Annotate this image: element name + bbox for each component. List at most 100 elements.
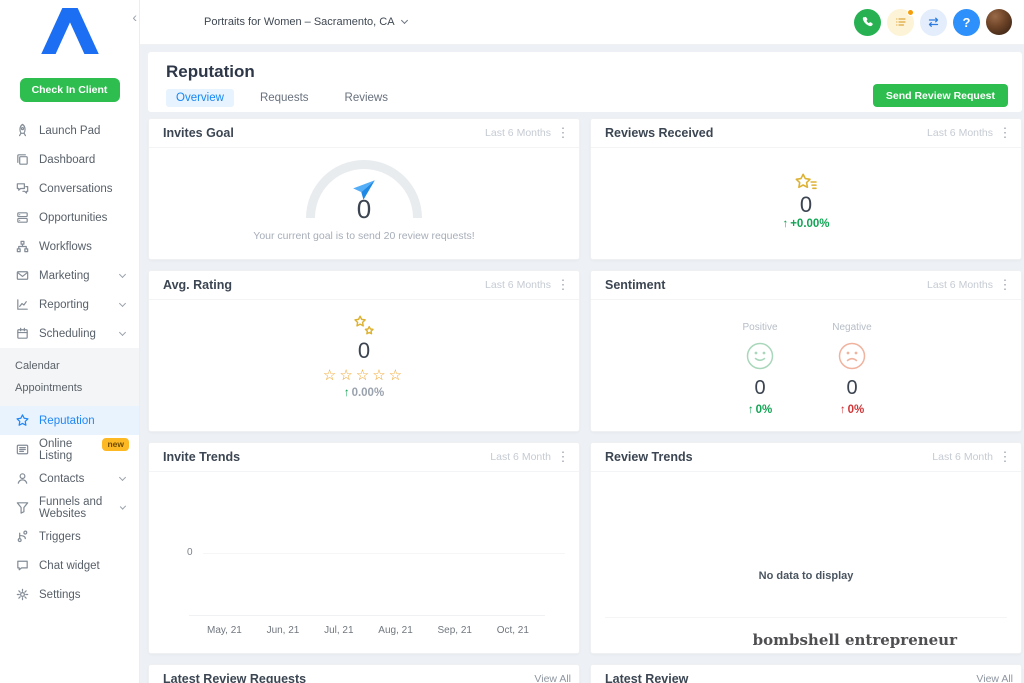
kebab-menu-icon[interactable]: ⋮	[997, 449, 1013, 465]
tab-requests[interactable]: Requests	[250, 89, 319, 107]
sidebar-item-label: Reputation	[39, 414, 95, 427]
calendar-icon	[15, 326, 30, 341]
x-axis-line	[189, 615, 545, 616]
tasks-button[interactable]	[887, 8, 914, 36]
negative-label: Negative	[832, 322, 872, 333]
sidebar-item-opportunities[interactable]: Opportunities	[0, 203, 139, 232]
phone-button[interactable]	[854, 8, 881, 36]
sidebar-item-online-listing[interactable]: Online Listing new	[0, 435, 139, 464]
kebab-menu-icon[interactable]: ⋮	[555, 277, 571, 293]
sidebar-item-chat-widget[interactable]: Chat widget	[0, 551, 139, 580]
x-tick-label: Jun, 21	[266, 625, 300, 636]
star-outline-icon: ☆	[355, 367, 373, 385]
watermark-text: bombshell entrepreneur	[752, 631, 957, 649]
card-title: Sentiment	[605, 278, 666, 292]
help-button[interactable]: ?	[953, 8, 980, 36]
kebab-menu-icon[interactable]: ⋮	[555, 125, 571, 141]
sidebar-item-conversations[interactable]: Conversations	[0, 174, 139, 203]
location-name: Portraits for Women – Sacramento, CA	[204, 16, 395, 28]
zero-gridline	[203, 553, 565, 554]
invite-trends-card: Invite Trends Last 6 Month ⋮ 0 May, 21 J…	[148, 442, 580, 654]
up-arrow-icon: ↑	[343, 387, 350, 400]
avg-rating-delta: ↑ 0.00%	[343, 387, 385, 400]
period-label: Last 6 Month	[932, 451, 993, 463]
star-outline-icon: ☆	[322, 367, 340, 385]
kebab-menu-icon[interactable]: ⋮	[997, 125, 1013, 141]
main-content: Reputation Overview Requests Reviews Sen…	[140, 45, 1024, 683]
double-star-icon	[354, 315, 374, 335]
sidebar-item-calendar[interactable]: Calendar	[0, 355, 139, 377]
notification-dot	[907, 8, 914, 16]
sentiment-card: Sentiment Last 6 Months ⋮ Positive 0 ↑ 0…	[590, 270, 1022, 432]
sidebar-item-funnels-and-websites[interactable]: Funnels and Websites	[0, 493, 139, 522]
reviews-received-delta: ↑ +0.00%	[782, 218, 830, 231]
sidebar-item-appointments[interactable]: Appointments	[0, 377, 139, 399]
reviews-received-value: 0	[799, 192, 813, 217]
sidebar-item-contacts[interactable]: Contacts	[0, 464, 139, 493]
sidebar-item-label: Conversations	[39, 182, 113, 195]
user-avatar[interactable]	[986, 9, 1012, 35]
sidebar-collapse-icon[interactable]: ‹	[132, 10, 137, 24]
period-label: Last 6 Months	[927, 127, 993, 139]
review-star-icon	[795, 173, 817, 190]
latest-review-card: Latest Review View All	[590, 664, 1022, 683]
view-all-link[interactable]: View All	[976, 673, 1013, 683]
new-badge: new	[102, 438, 129, 451]
sidebar-item-reporting[interactable]: Reporting	[0, 290, 139, 319]
star-outline-icon: ☆	[339, 367, 356, 385]
sidebar-item-scheduling[interactable]: Scheduling	[0, 319, 139, 348]
sidebar-item-label: Workflows	[39, 240, 92, 253]
chevron-down-icon	[118, 270, 127, 278]
funnel-icon	[15, 500, 30, 515]
logo-icon	[40, 8, 99, 54]
gear-icon	[15, 587, 30, 602]
sidebar-item-marketing[interactable]: Marketing	[0, 261, 139, 290]
star-outline-icon: ☆	[388, 367, 406, 385]
tab-overview[interactable]: Overview	[166, 89, 234, 107]
chevron-down-icon	[118, 299, 127, 307]
avg-rating-card: Avg. Rating Last 6 Months ⋮ 0 ☆☆☆☆☆ ↑ 0.0…	[148, 270, 580, 432]
question-icon: ?	[962, 14, 971, 30]
page-title: Reputation	[166, 62, 255, 81]
sidebar: ‹ Check In Client Launch Pad Dashboard C…	[0, 0, 140, 683]
chevron-down-icon	[118, 328, 127, 336]
sidebar-item-reputation[interactable]: Reputation	[0, 406, 139, 435]
topbar-actions: ?	[854, 8, 1012, 36]
latest-review-requests-card: Latest Review Requests View All	[148, 664, 580, 683]
switch-account-button[interactable]	[920, 8, 947, 36]
sidebar-item-workflows[interactable]: Workflows	[0, 232, 139, 261]
card-title: Reviews Received	[605, 126, 714, 140]
star-outline-icon: ☆	[372, 367, 389, 385]
card-title: Latest Review	[605, 672, 689, 683]
up-arrow-icon: ↑	[747, 404, 754, 416]
sidebar-item-triggers[interactable]: Triggers	[0, 522, 139, 551]
sentiment-positive: Positive 0 ↑ 0%	[731, 322, 789, 416]
sidebar-item-settings[interactable]: Settings	[0, 580, 139, 609]
tab-reviews[interactable]: Reviews	[335, 89, 398, 107]
sidebar-item-label: Triggers	[39, 530, 81, 543]
x-tick-label: Jul, 21	[324, 625, 354, 636]
rating-stars: ☆☆☆☆☆	[323, 366, 405, 384]
sidebar-nav: Launch Pad Dashboard Conversations Oppor…	[0, 116, 139, 609]
invites-goal-caption: Your current goal is to send 20 review r…	[253, 230, 475, 242]
x-tick-label: Sep, 21	[437, 625, 472, 636]
kebab-menu-icon[interactable]: ⋮	[997, 277, 1013, 293]
no-data-message: No data to display	[758, 570, 854, 582]
listing-icon	[15, 442, 30, 457]
sidebar-item-launch-pad[interactable]: Launch Pad	[0, 116, 139, 145]
location-selector[interactable]: Portraits for Women – Sacramento, CA	[204, 16, 411, 28]
chevron-down-icon	[400, 16, 408, 25]
kebab-menu-icon[interactable]: ⋮	[555, 449, 571, 465]
period-label: Last 6 Months	[485, 279, 551, 291]
sidebar-item-dashboard[interactable]: Dashboard	[0, 145, 139, 174]
check-in-client-button[interactable]: Check In Client	[19, 78, 120, 102]
sentiment-negative: Negative 0 ↑ 0%	[823, 322, 881, 416]
x-tick-label: Aug, 21	[378, 625, 413, 636]
card-title: Invite Trends	[163, 450, 241, 464]
view-all-link[interactable]: View All	[534, 673, 571, 683]
card-title: Latest Review Requests	[163, 672, 307, 683]
opportunities-icon	[15, 210, 30, 225]
period-label: Last 6 Months	[485, 127, 551, 139]
send-review-request-button[interactable]: Send Review Request	[872, 84, 1008, 107]
x-tick-label: May, 21	[207, 625, 242, 636]
